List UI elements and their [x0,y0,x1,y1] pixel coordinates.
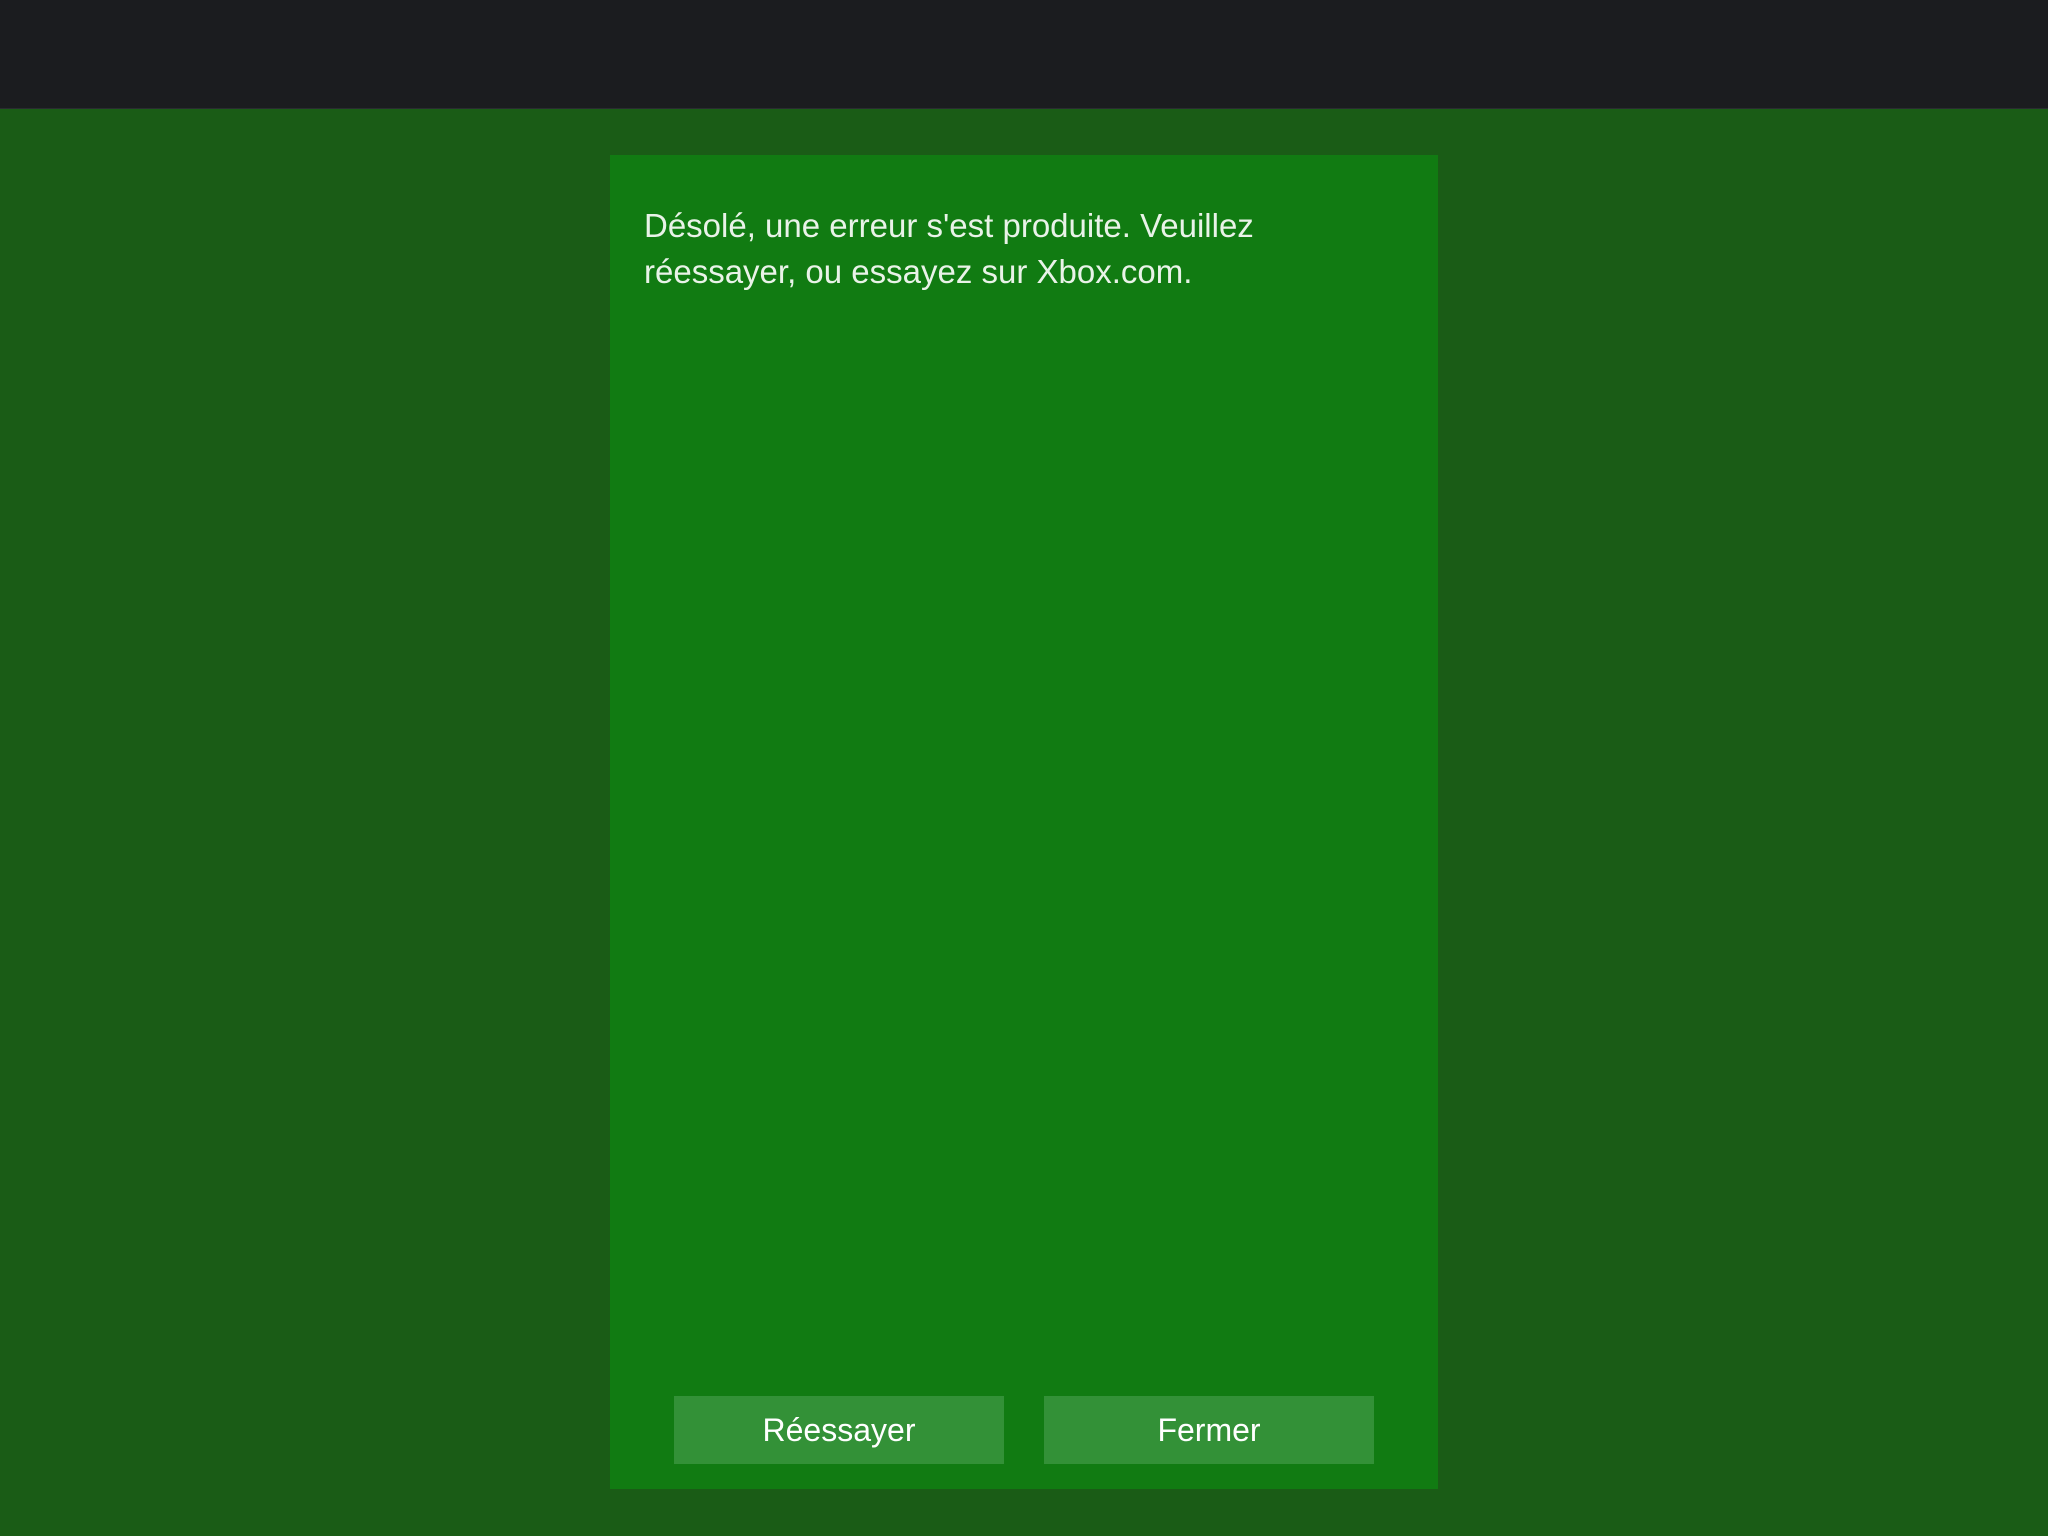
top-bar [0,0,2048,109]
error-dialog: Désolé, une erreur s'est produite. Veuil… [610,155,1438,1489]
error-message: Désolé, une erreur s'est produite. Veuil… [644,207,1254,290]
close-button[interactable]: Fermer [1044,1396,1374,1464]
retry-button[interactable]: Réessayer [674,1396,1004,1464]
